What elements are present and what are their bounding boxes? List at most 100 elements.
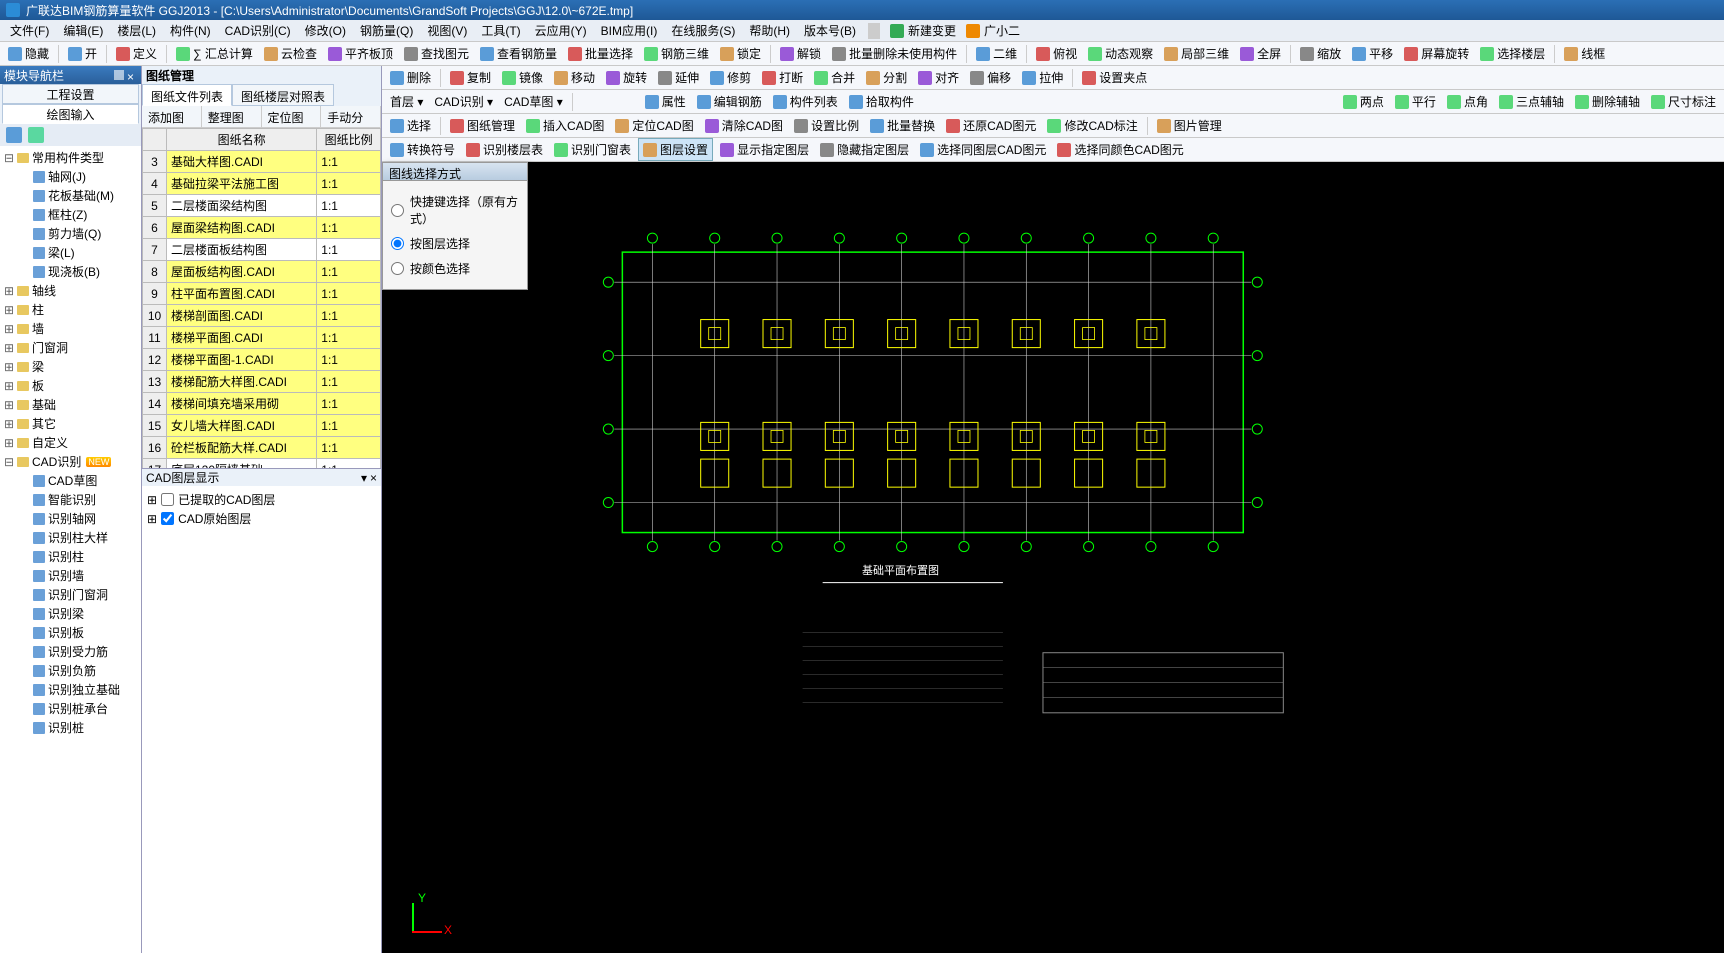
tool-btn[interactable]: 清除CAD图 (701, 115, 787, 136)
tool-btn[interactable]: 修改CAD标注 (1043, 115, 1141, 136)
tool-btn[interactable]: 隐藏指定图层 (816, 139, 913, 160)
menu-item[interactable]: 钢筋量(Q) (354, 20, 419, 41)
tool-btn[interactable]: 线框 (1560, 43, 1609, 64)
tool-btn[interactable]: 定位CAD图 (611, 115, 697, 136)
tool-btn[interactable]: 合并 (810, 67, 859, 88)
tool-btn[interactable]: 分割 (862, 67, 911, 88)
tool-btn[interactable]: 偏移 (966, 67, 1015, 88)
tool-btn[interactable]: 复制 (446, 67, 495, 88)
tool-btn[interactable]: 两点 (1339, 91, 1388, 112)
viewport[interactable]: 删除复制镜像移动旋转延伸修剪打断合并分割对齐偏移拉伸设置夹点 首层 ▾CAD识别… (382, 66, 1724, 953)
tree-node[interactable]: 识别柱大样 (2, 528, 139, 547)
menu-item[interactable]: 文件(F) (4, 20, 55, 41)
tree-node[interactable]: 框柱(Z) (2, 205, 139, 224)
tool-btn[interactable]: 识别门窗表 (550, 139, 635, 160)
tool-btn[interactable]: 构件列表 (769, 91, 842, 112)
tree-node[interactable]: ⊞ 基础 (2, 395, 139, 414)
table-row[interactable]: 10楼梯剖面图.CADI1:1 (143, 305, 381, 327)
menu-item[interactable]: 楼层(L) (111, 20, 162, 41)
tree-node[interactable]: 识别负筋 (2, 661, 139, 680)
tool-btn[interactable]: 拾取构件 (845, 91, 918, 112)
tree-node[interactable]: 轴网(J) (2, 167, 139, 186)
tree-node[interactable]: ⊞ 自定义 (2, 433, 139, 452)
tool-btn[interactable]: 批量删除未使用构件 (828, 43, 961, 64)
menu-btn[interactable]: 广小二 (962, 20, 1024, 41)
tool-btn[interactable]: 编辑钢筋 (693, 91, 766, 112)
tool-btn[interactable]: 平齐板顶 (324, 43, 397, 64)
table-row[interactable]: 17底层120隔墙基础1:1 (143, 459, 381, 469)
tool-btn[interactable]: 开 (64, 43, 101, 64)
menu-item[interactable]: 工具(T) (475, 20, 526, 41)
tool-btn[interactable]: 延伸 (654, 67, 703, 88)
tree-node[interactable]: 识别墙 (2, 566, 139, 585)
tool-btn[interactable]: 定义 (112, 43, 161, 64)
menu-item[interactable]: 在线服务(S) (665, 20, 741, 41)
tree-node[interactable]: ⊟ 常用构件类型 (2, 148, 139, 167)
tool-btn[interactable]: 尺寸标注 (1647, 91, 1720, 112)
table-row[interactable]: 12楼梯平面图-1.CADI1:1 (143, 349, 381, 371)
combo[interactable]: CAD识别 ▾ (430, 91, 497, 112)
tree-node[interactable]: 识别桩承台 (2, 699, 139, 718)
tool-btn[interactable]: 拉伸 (1018, 67, 1067, 88)
table-row[interactable]: 14楼梯间填充墙采用砌1:1 (143, 393, 381, 415)
tool-btn[interactable]: 俯视 (1032, 43, 1081, 64)
tool-btn[interactable]: 删除 (386, 67, 435, 88)
table-row[interactable]: 6屋面梁结构图.CADI1:1 (143, 217, 381, 239)
cad-canvas[interactable] (382, 162, 1724, 903)
tree-node[interactable]: 识别受力筋 (2, 642, 139, 661)
tool-btn[interactable]: 解锁 (776, 43, 825, 64)
menu-item[interactable]: BIM应用(I) (595, 20, 664, 41)
pin-icon[interactable] (114, 70, 124, 80)
menu-item[interactable]: 修改(O) (299, 20, 352, 41)
tool-btn[interactable]: 还原CAD图元 (942, 115, 1040, 136)
menu-item[interactable]: 编辑(E) (57, 20, 109, 41)
hide-btn[interactable]: 隐藏 (4, 43, 53, 64)
layer-checkbox[interactable] (161, 512, 174, 525)
combo[interactable]: CAD草图 ▾ (500, 91, 567, 112)
tree-node[interactable]: ⊟ CAD识别NEW (2, 452, 139, 471)
menu-item[interactable]: 帮助(H) (743, 20, 796, 41)
tool-btn[interactable]: 平行 (1391, 91, 1440, 112)
layer-menu-icon[interactable]: ▾ (361, 471, 367, 485)
layer-node[interactable]: ⊞CAD原始图层 (146, 509, 377, 528)
tool-btn[interactable]: 图片管理 (1153, 115, 1226, 136)
tree-node[interactable]: 剪力墙(Q) (2, 224, 139, 243)
table-row[interactable]: 3基础大样图.CADI1:1 (143, 151, 381, 173)
tree-node[interactable]: ⊞ 墙 (2, 319, 139, 338)
tree-node[interactable]: CAD草图 (2, 471, 139, 490)
tool-btn[interactable]: 移动 (550, 67, 599, 88)
tool-btn[interactable]: 转换符号 (386, 139, 459, 160)
table-row[interactable]: 11楼梯平面图.CADI1:1 (143, 327, 381, 349)
layer-close-icon[interactable]: × (370, 471, 377, 485)
tool-btn[interactable]: 选择楼层 (1476, 43, 1549, 64)
tool-btn[interactable]: 二维 (972, 43, 1021, 64)
table-row[interactable]: 15女儿墙大样图.CADI1:1 (143, 415, 381, 437)
tool-btn[interactable]: 屏幕旋转 (1400, 43, 1473, 64)
tool-btn[interactable]: 插入CAD图 (522, 115, 608, 136)
sub-btn[interactable]: 手动分割 ▾ (321, 106, 381, 127)
menu-item[interactable]: 版本号(B) (798, 20, 862, 41)
tool-btn[interactable]: 查找图元 (400, 43, 473, 64)
tree-node[interactable]: 识别梁 (2, 604, 139, 623)
tree-node[interactable]: 识别轴网 (2, 509, 139, 528)
nav-tool-1-icon[interactable] (6, 127, 22, 143)
tool-btn[interactable]: 点角 (1443, 91, 1492, 112)
tool-btn[interactable]: 显示指定图层 (716, 139, 813, 160)
tool-btn[interactable]: 平移 (1348, 43, 1397, 64)
drawing-grid[interactable]: 图纸名称图纸比例3基础大样图.CADI1:14基础拉梁平法施工图1:15二层楼面… (142, 128, 381, 468)
tree-node[interactable]: ⊞ 门窗洞 (2, 338, 139, 357)
tree-node[interactable]: ⊞ 其它 (2, 414, 139, 433)
tree-node[interactable]: 识别门窗洞 (2, 585, 139, 604)
nav-tool-2-icon[interactable] (28, 127, 44, 143)
table-row[interactable]: 9柱平面布置图.CADI1:1 (143, 283, 381, 305)
tree-node[interactable]: 识别独立基础 (2, 680, 139, 699)
tool-btn[interactable]: 设置比例 (790, 115, 863, 136)
menu-item[interactable]: CAD识别(C) (219, 20, 297, 41)
tool-btn[interactable]: 批量替换 (866, 115, 939, 136)
sub-btn[interactable]: 定位图纸 ▾ (262, 106, 322, 127)
close-icon[interactable]: × (127, 70, 137, 80)
tree-node[interactable]: 梁(L) (2, 243, 139, 262)
tab-file-list[interactable]: 图纸文件列表 (142, 84, 232, 106)
menu-btn[interactable]: 新建变更 (886, 20, 960, 41)
table-row[interactable]: 13楼梯配筋大样图.CADI1:1 (143, 371, 381, 393)
